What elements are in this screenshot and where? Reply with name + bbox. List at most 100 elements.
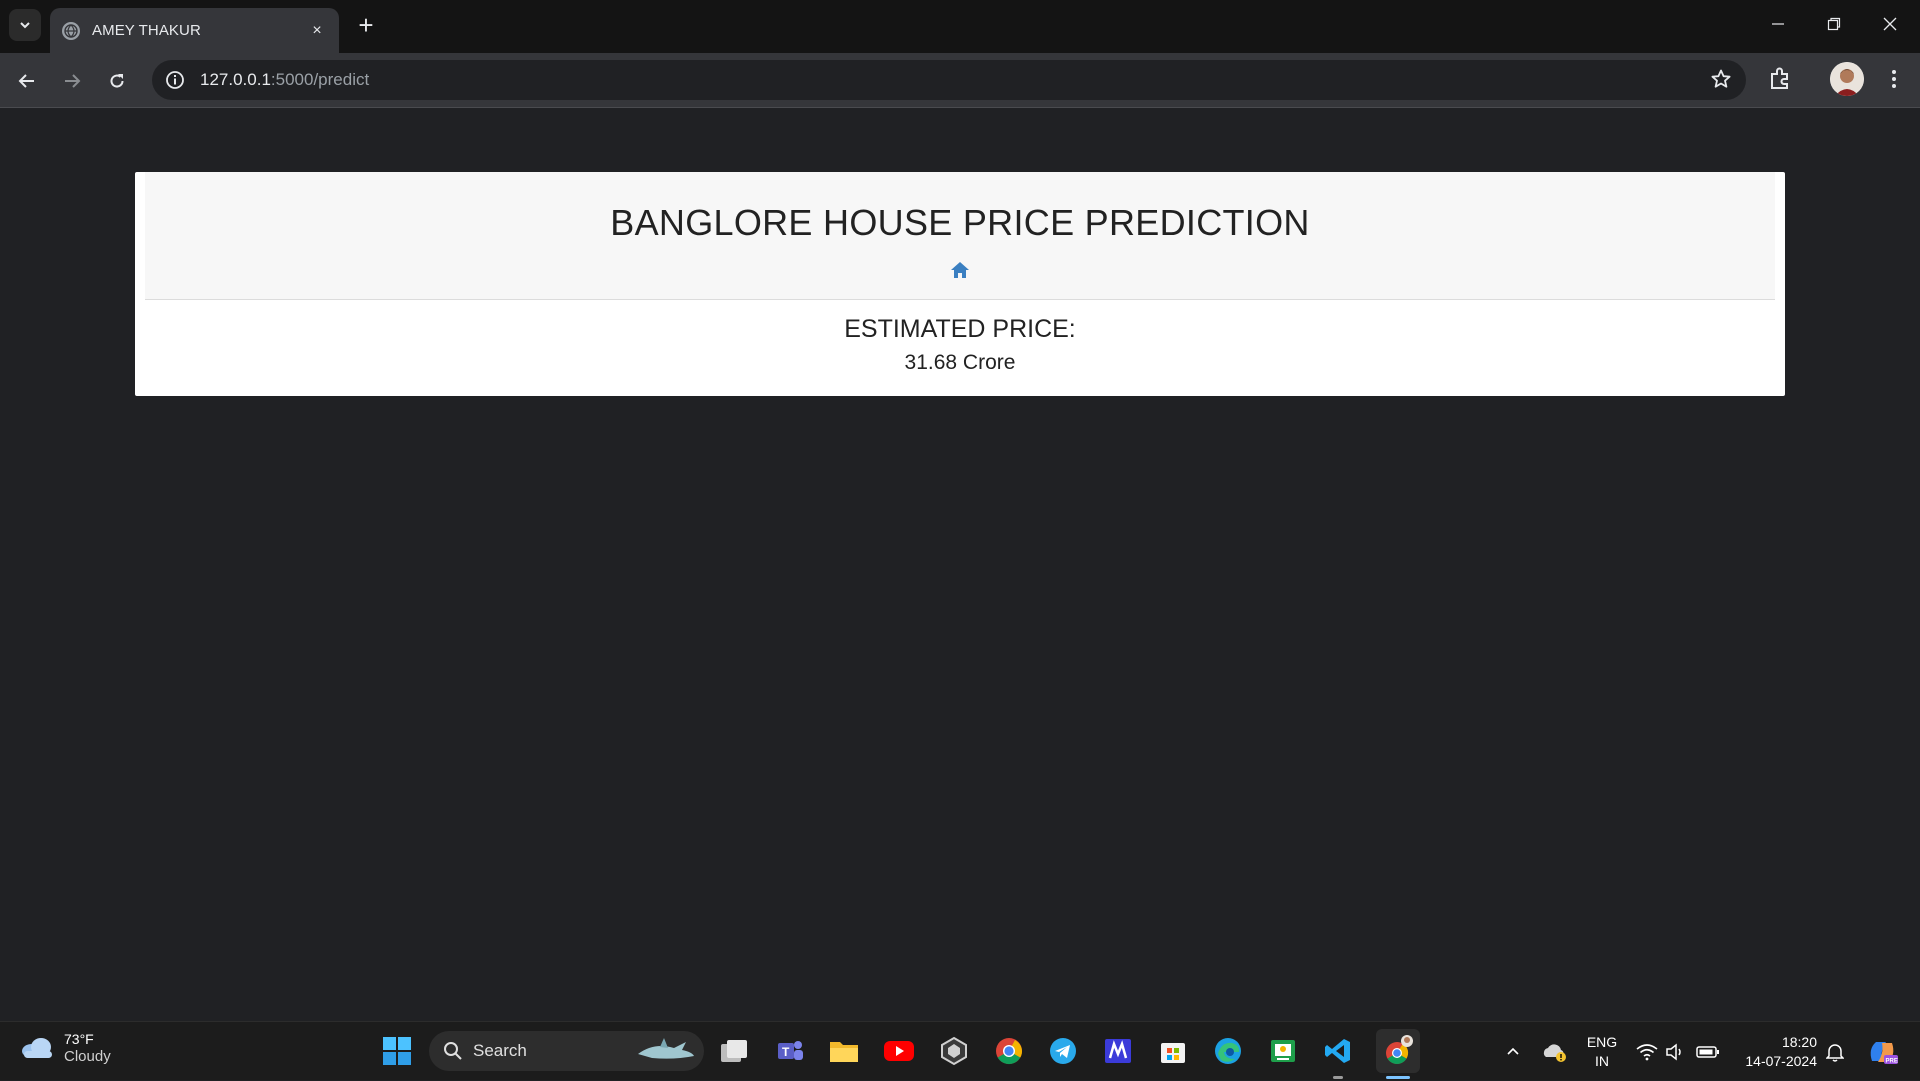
address-bar[interactable]: 127.0.0.1 :5000/predict [152, 60, 1746, 100]
m-app-icon [1105, 1039, 1131, 1063]
m-app[interactable] [1101, 1034, 1135, 1068]
cloud-warning-icon [1543, 1043, 1566, 1062]
minimize-button[interactable] [1750, 0, 1806, 48]
taskbar: 73°F Cloudy Search T ENG IN 18:20 14-07-… [0, 1021, 1920, 1080]
puzzle-icon [1771, 67, 1788, 89]
vscode-open-indicator [1333, 1076, 1343, 1079]
tab-close-icon[interactable]: × [307, 22, 327, 40]
teams-icon: T [778, 1041, 803, 1060]
user-avatar-icon [1830, 62, 1864, 96]
tab-strip: AMEY THAKUR × + [0, 0, 1920, 53]
forward-button[interactable] [54, 63, 90, 99]
onedrive-tray[interactable] [1540, 1022, 1570, 1081]
vscode-app[interactable] [1321, 1034, 1355, 1068]
task-view-icon [721, 1040, 747, 1062]
copilot-icon: PRE [1870, 1041, 1898, 1064]
vscode-icon [1325, 1039, 1350, 1063]
card-header: BANGLORE HOUSE PRICE PREDICTION [145, 172, 1775, 300]
telegram-icon [1050, 1038, 1076, 1064]
wifi-icon [1636, 1043, 1658, 1060]
minimize-icon [1772, 23, 1784, 25]
chrome-profile-icon [1386, 1035, 1413, 1064]
arrow-left-icon [18, 74, 34, 88]
browser-toolbar: 127.0.0.1 :5000/predict [0, 53, 1920, 108]
svg-text:T: T [782, 1045, 790, 1059]
language-indicator[interactable]: ENG IN [1584, 1033, 1620, 1071]
home-link[interactable] [950, 260, 970, 285]
back-button[interactable] [9, 63, 45, 99]
search-icon [444, 1042, 462, 1060]
green-app-icon [1271, 1040, 1295, 1062]
estimated-price-label: ESTIMATED PRICE: [844, 315, 1076, 343]
site-info-icon[interactable] [162, 67, 188, 93]
estimated-price-value: 31.68 Crore [904, 351, 1016, 374]
hexagon-app[interactable] [937, 1034, 971, 1068]
url-host: 127.0.0.1 [200, 70, 271, 89]
hexagon-app-icon [941, 1036, 967, 1066]
clock-time: 18:20 [1781, 1034, 1817, 1050]
battery-tray[interactable] [1694, 1022, 1722, 1081]
copilot-button[interactable]: PRE [1862, 1022, 1902, 1081]
teams-app[interactable]: T [773, 1034, 807, 1068]
home-icon [951, 262, 969, 278]
weather-temperature: 73°F [64, 1031, 94, 1047]
chrome-profile-app[interactable] [1376, 1029, 1420, 1073]
taskbar-search[interactable]: Search [429, 1031, 704, 1071]
telegram-app[interactable] [1046, 1034, 1080, 1068]
task-view-button[interactable] [717, 1034, 751, 1068]
search-label: Search [473, 1041, 527, 1060]
restore-button[interactable] [1806, 0, 1862, 48]
windows-logo-icon [383, 1037, 411, 1065]
extensions-button[interactable] [1764, 63, 1796, 100]
edge-icon [1215, 1038, 1241, 1064]
url-path: :5000/predict [270, 70, 370, 89]
folder-icon [830, 1042, 858, 1062]
shark-icon [638, 1038, 694, 1059]
svg-text:PRE: PRE [1886, 1058, 1898, 1064]
file-explorer-app[interactable] [827, 1034, 861, 1068]
store-icon [1161, 1043, 1185, 1063]
chrome-app[interactable] [992, 1034, 1026, 1068]
close-icon [1883, 17, 1897, 31]
weather-condition: Cloudy [64, 1048, 111, 1065]
battery-icon [1696, 1045, 1719, 1058]
edge-app[interactable] [1211, 1034, 1245, 1068]
clock-date: 14-07-2024 [1745, 1053, 1817, 1069]
volume-tray[interactable] [1662, 1022, 1688, 1081]
new-tab-button[interactable]: + [352, 11, 380, 39]
weather-widget[interactable]: 73°F Cloudy [20, 1030, 111, 1066]
cloud-icon [22, 1038, 52, 1058]
show-hidden-icons-button[interactable] [1500, 1022, 1526, 1081]
clock[interactable]: 18:20 14-07-2024 [1735, 1033, 1817, 1071]
prediction-card: BANGLORE HOUSE PRICE PREDICTION ESTIMATE… [135, 172, 1785, 396]
close-window-button[interactable] [1862, 0, 1918, 48]
more-vertical-icon [1892, 70, 1896, 88]
chevron-up-icon [1507, 1047, 1519, 1055]
youtube-icon [884, 1041, 914, 1061]
language-code: ENG [1586, 1034, 1618, 1050]
globe-icon [62, 21, 80, 40]
reload-icon [110, 74, 124, 88]
microsoft-store-app[interactable] [1156, 1034, 1190, 1068]
browser-tab-active[interactable]: AMEY THAKUR × [50, 8, 339, 53]
speaker-icon [1666, 1042, 1681, 1061]
restore-icon [1827, 17, 1841, 31]
start-button[interactable] [380, 1034, 414, 1068]
chevron-down-icon [20, 22, 30, 29]
bookmark-star-icon[interactable] [1710, 68, 1732, 95]
chrome-icon [996, 1038, 1023, 1065]
profile-avatar[interactable] [1830, 62, 1864, 96]
region-code: IN [1595, 1053, 1609, 1069]
arrow-right-icon [65, 74, 81, 88]
page-title: BANGLORE HOUSE PRICE PREDICTION [610, 202, 1310, 243]
youtube-app[interactable] [882, 1034, 916, 1068]
tab-search-button[interactable] [9, 9, 41, 41]
green-app[interactable] [1266, 1034, 1300, 1068]
chrome-active-indicator [1386, 1076, 1410, 1079]
reload-button[interactable] [99, 63, 135, 99]
wifi-tray[interactable] [1634, 1022, 1660, 1081]
tab-title: AMEY THAKUR [92, 22, 201, 39]
browser-menu-button[interactable] [1880, 63, 1908, 100]
notifications-button[interactable] [1822, 1022, 1848, 1081]
page-viewport: BANGLORE HOUSE PRICE PREDICTION ESTIMATE… [0, 109, 1920, 1021]
